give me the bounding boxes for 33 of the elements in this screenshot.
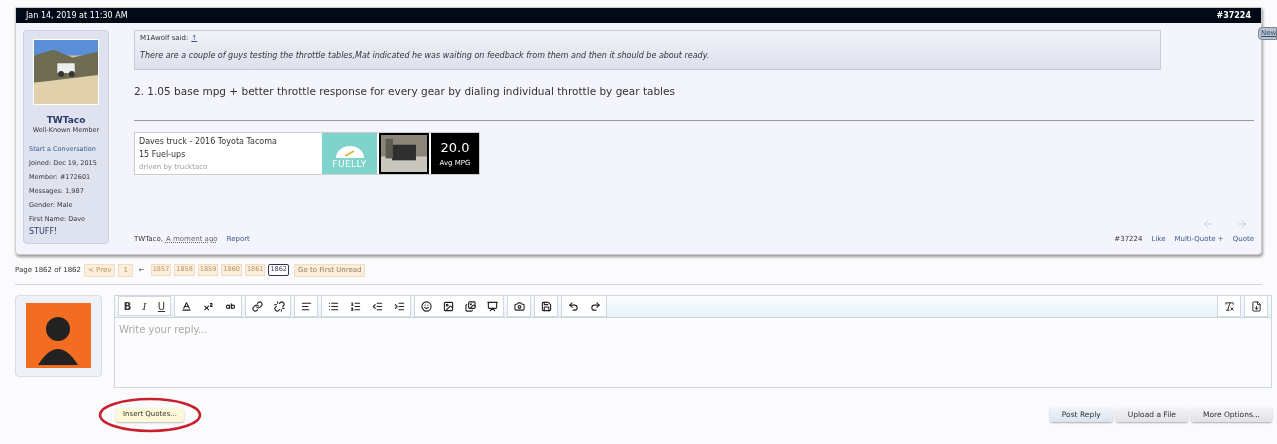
gauge-icon <box>335 146 364 159</box>
stuff-link[interactable]: STUFF! <box>29 227 105 237</box>
username[interactable]: TWTaco <box>27 115 105 126</box>
smiley-icon[interactable] <box>420 300 432 312</box>
image-icon[interactable] <box>442 300 454 312</box>
text-color-icon[interactable] <box>180 300 192 312</box>
post-number[interactable]: #37224 <box>1216 9 1251 22</box>
numbered-list-icon[interactable] <box>349 300 361 312</box>
save-icon[interactable] <box>540 300 552 312</box>
post-body: 2. 1.05 base mpg + better throttle response for every gear by dialing individual throttle by gear tables <box>134 84 676 99</box>
quote-text: There are a couple of guys testing the throttle tables,Mat indicated he was waiting on feedback from them and then it should be about ready. <box>140 49 711 62</box>
outdent-icon[interactable] <box>371 300 383 312</box>
avatar-icon <box>26 303 91 368</box>
reply-field[interactable]: Write your reply... <box>114 317 1272 388</box>
format-button[interactable]: U <box>153 297 170 315</box>
post-date: Jan 14, 2019 at 11:30 AM <box>26 9 128 22</box>
unlink-icon[interactable] <box>273 300 285 312</box>
remove-format-icon[interactable] <box>1223 300 1235 312</box>
fuelly-logo: FUELLY <box>332 158 367 172</box>
align-icon[interactable] <box>300 300 312 312</box>
camera-icon[interactable] <box>513 300 525 312</box>
superscript-icon[interactable] <box>202 300 214 312</box>
mpg-value: 20.0 <box>440 139 470 158</box>
redo-icon[interactable] <box>589 300 601 312</box>
format-button[interactable]: I <box>136 297 153 315</box>
format-button[interactable]: B <box>119 297 136 315</box>
link-icon[interactable] <box>251 300 263 312</box>
bullet-list-icon[interactable] <box>327 300 339 312</box>
fuelups-count: 15 Fuel-ups <box>139 148 187 161</box>
undo-icon[interactable] <box>567 300 579 312</box>
vehicle-title: Daves truck - 2016 Toyota Tacoma <box>139 135 278 148</box>
indent-icon[interactable] <box>393 300 405 312</box>
gallery-icon[interactable] <box>464 300 476 312</box>
